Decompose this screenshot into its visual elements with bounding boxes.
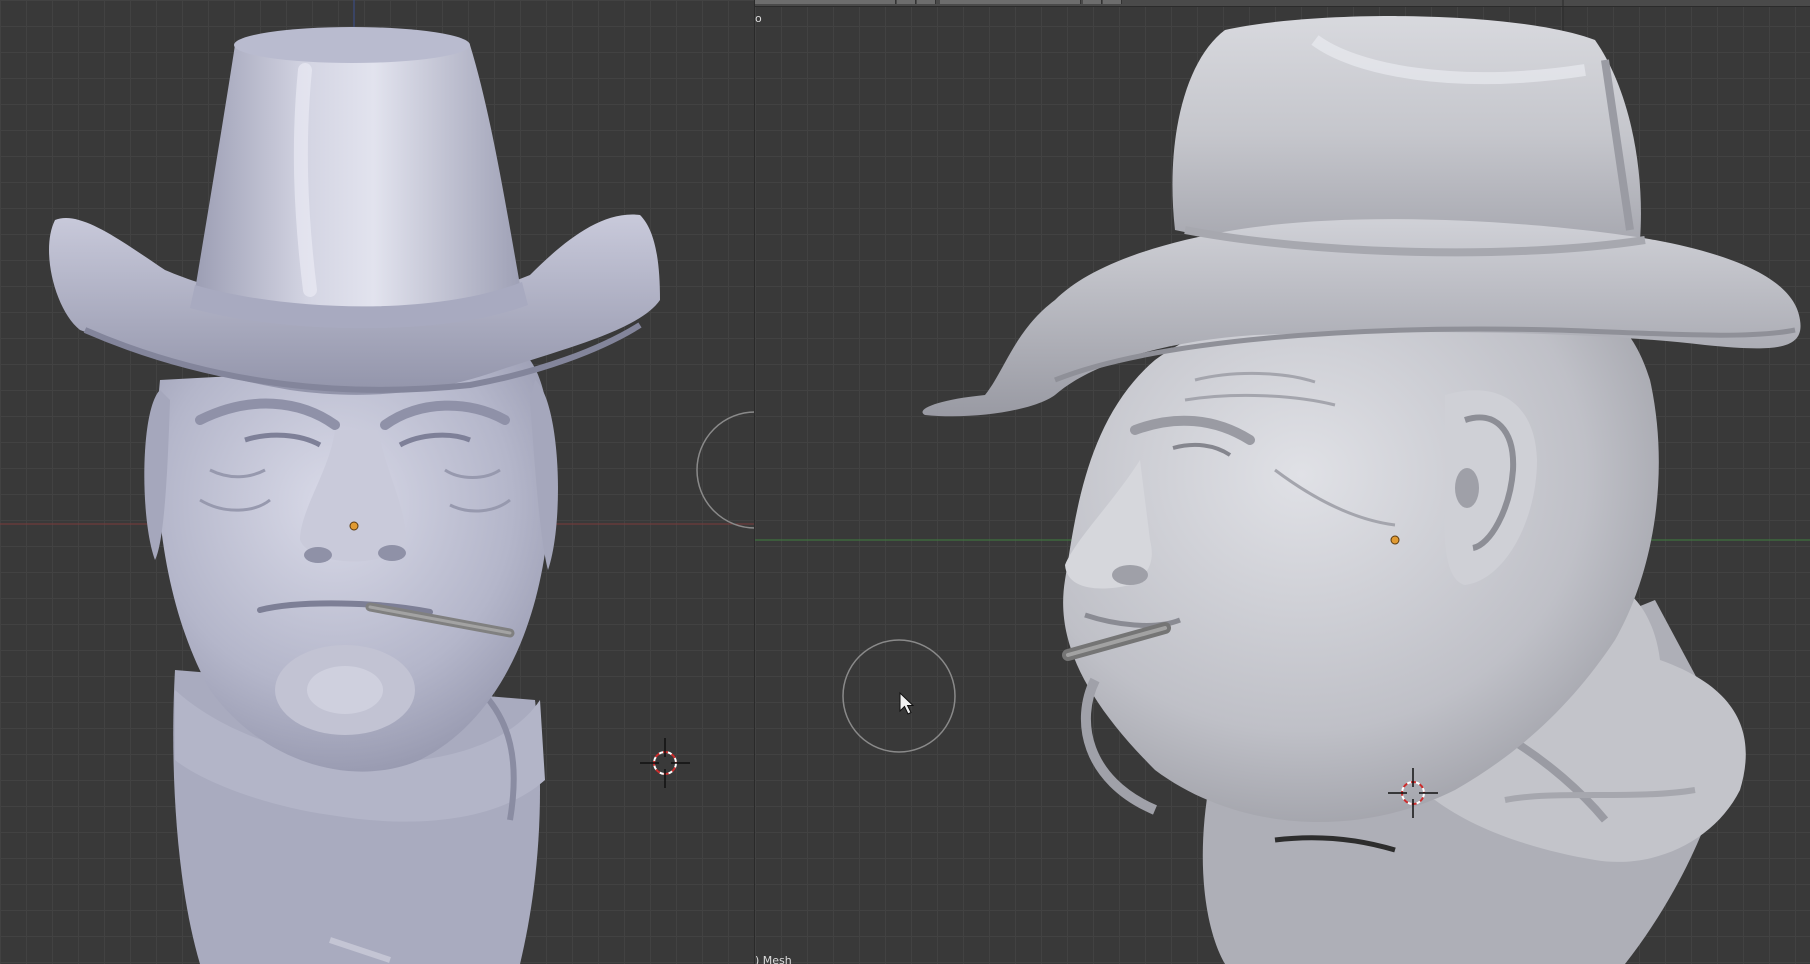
origin-dot-icon [349, 521, 359, 531]
brush-radius-circle-left [696, 411, 755, 529]
viewport-front[interactable] [0, 0, 755, 964]
mouse-pointer-icon [899, 691, 915, 715]
front-mesh-hat [49, 27, 660, 395]
3d-cursor-icon[interactable] [640, 738, 690, 788]
brush-radius-circle [842, 639, 956, 753]
origin-dot-icon [1390, 535, 1400, 545]
viewport-side[interactable]: o ) Mesh [755, 0, 1810, 964]
